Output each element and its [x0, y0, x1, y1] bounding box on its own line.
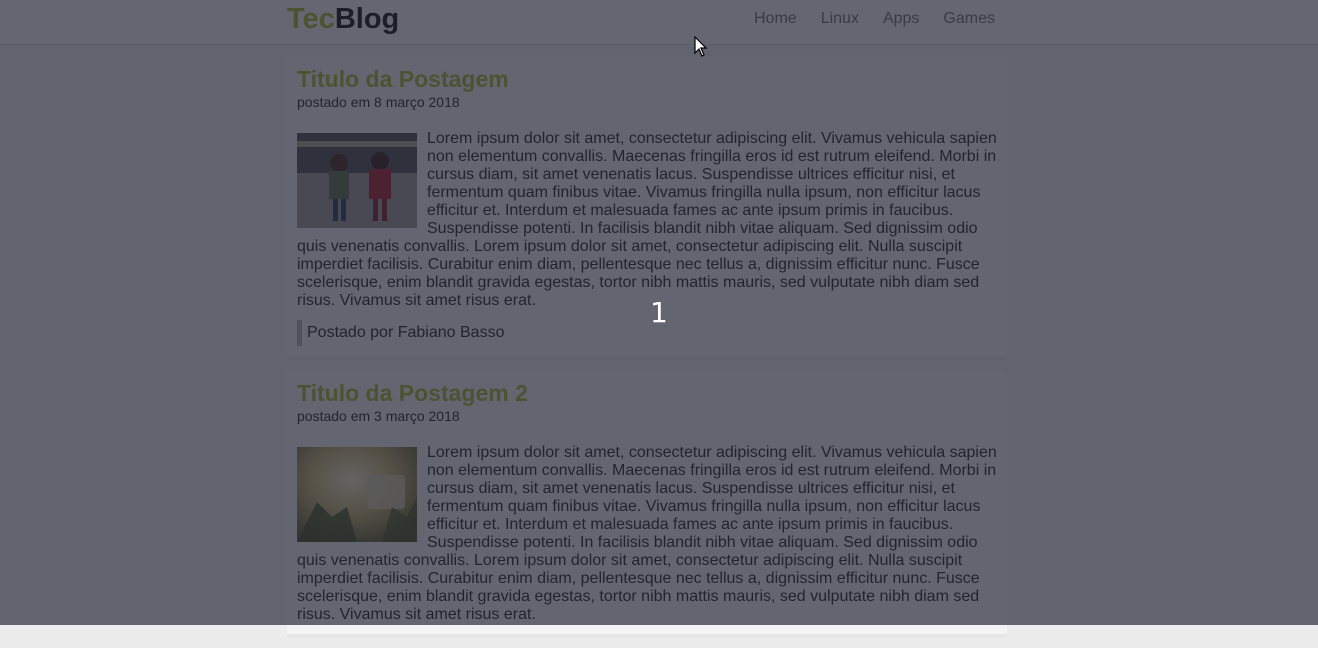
post-author: Postado por Fabiano Basso [297, 320, 997, 346]
post-date: postado em 3 março 2018 [297, 408, 460, 424]
site-logo[interactable]: TecBlog [287, 2, 399, 36]
blog-post: Titulo da Postagem 2 postado em 3 março … [287, 370, 1007, 638]
nav-link-games[interactable]: Games [943, 10, 995, 28]
nav-link-apps[interactable]: Apps [883, 10, 919, 28]
post-date: postado em 8 março 2018 [297, 94, 460, 110]
post-body: Lorem ipsum dolor sit amet, consectetur … [297, 444, 997, 624]
site-header: TecBlog Home Linux Apps Games [0, 0, 1318, 45]
post-title[interactable]: Titulo da Postagem [297, 64, 997, 94]
post-thumbnail-children [297, 133, 417, 228]
post-body: Lorem ipsum dolor sit amet, consectetur … [297, 130, 997, 310]
nav-link-linux[interactable]: Linux [821, 10, 859, 28]
post-thumbnail-phone [297, 447, 417, 542]
overlay-counter: 1 [650, 296, 668, 329]
nav-link-home[interactable]: Home [754, 10, 797, 28]
logo-tec: Tec [287, 3, 335, 35]
main-content: Titulo da Postagem postado em 8 março 20… [287, 56, 1007, 648]
logo-blog: Blog [334, 3, 400, 35]
mouse-cursor-icon [694, 36, 708, 57]
post-title[interactable]: Titulo da Postagem 2 [297, 378, 997, 408]
blog-post: Titulo da Postagem postado em 8 março 20… [287, 56, 1007, 360]
main-nav: Home Linux Apps Games [754, 10, 1019, 28]
